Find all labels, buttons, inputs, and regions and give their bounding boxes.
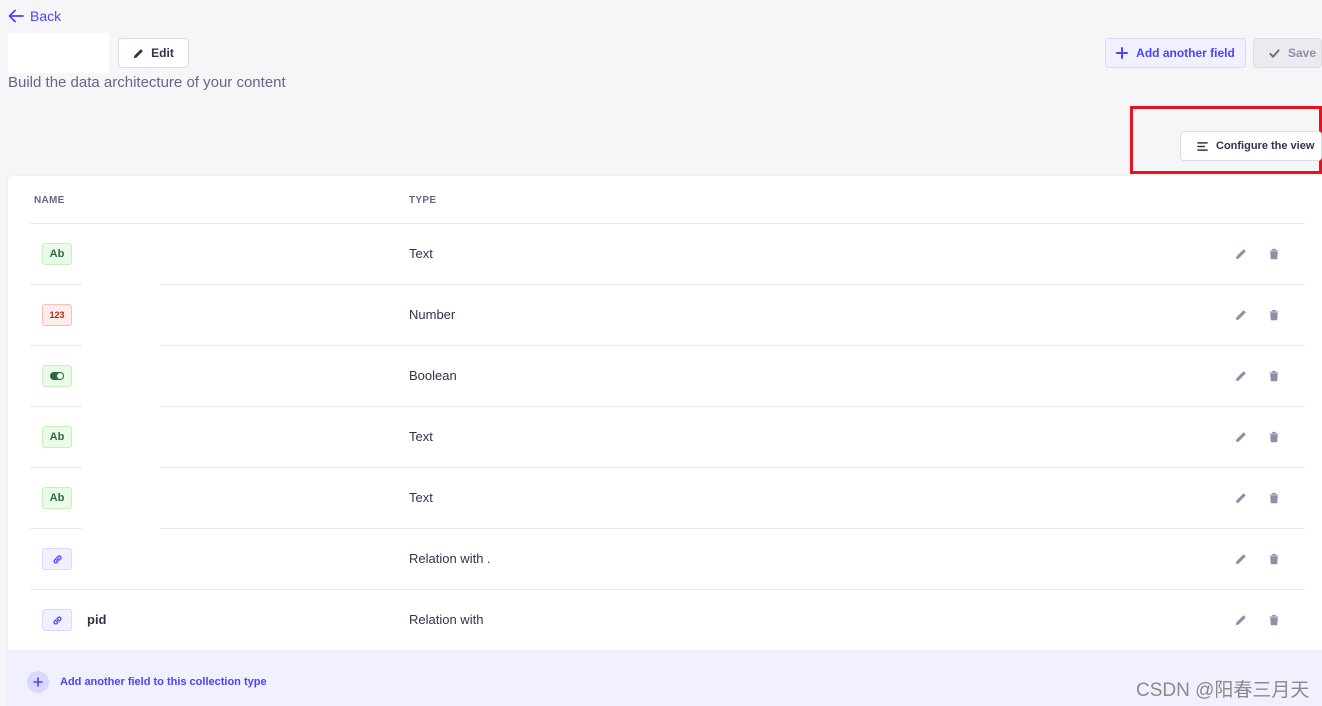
- add-another-field-button[interactable]: Add another field: [1105, 38, 1246, 68]
- delete-field-icon[interactable]: [1268, 308, 1282, 322]
- table-row: Ab Text: [30, 407, 1305, 468]
- pencil-icon: [134, 48, 144, 58]
- relation-type-icon: [42, 548, 72, 570]
- field-type: Number: [409, 307, 456, 322]
- column-header-name: NAME: [34, 195, 65, 206]
- table-row: Ab Text: [30, 224, 1305, 285]
- redaction-mask: [82, 345, 160, 348]
- link-icon: [52, 554, 62, 564]
- watermark: CSDN @阳春三月天: [1136, 680, 1310, 701]
- delete-field-icon[interactable]: [1268, 430, 1282, 444]
- edit-field-icon[interactable]: [1235, 491, 1249, 505]
- text-type-icon: Ab: [42, 243, 72, 265]
- save-label: Save: [1288, 46, 1317, 60]
- table-row: pid Relation with: [30, 590, 1305, 651]
- toggle-icon: [50, 372, 64, 380]
- text-type-icon: Ab: [42, 426, 72, 448]
- field-type: Relation with .: [409, 551, 491, 566]
- column-header-type: TYPE: [409, 195, 437, 206]
- configure-view-button[interactable]: Configure the view: [1180, 131, 1322, 161]
- fields-table: NAME TYPE Ab Text 123 Number Boolean Ab …: [8, 176, 1322, 706]
- relation-type-icon: [42, 609, 72, 631]
- list-icon: [1197, 141, 1208, 151]
- text-type-icon: Ab: [42, 487, 72, 509]
- delete-field-icon[interactable]: [1268, 552, 1282, 566]
- check-icon: [1269, 48, 1280, 58]
- field-type: Text: [409, 490, 433, 505]
- edit-field-icon[interactable]: [1235, 369, 1249, 383]
- page-subtitle: Build the data architecture of your cont…: [8, 74, 286, 91]
- link-icon: [52, 615, 62, 625]
- add-field-to-collection-button[interactable]: Add another field to this collection typ…: [27, 671, 267, 693]
- back-link[interactable]: Back: [8, 8, 61, 24]
- delete-field-icon[interactable]: [1268, 491, 1282, 505]
- edit-field-icon[interactable]: [1235, 552, 1249, 566]
- delete-field-icon[interactable]: [1268, 613, 1282, 627]
- plus-circle-icon: [27, 671, 49, 693]
- redaction-mask: [82, 467, 160, 470]
- configure-label: Configure the view: [1216, 140, 1315, 152]
- edit-label: Edit: [151, 46, 174, 60]
- delete-field-icon[interactable]: [1268, 369, 1282, 383]
- table-row: Relation with .: [30, 529, 1305, 590]
- redaction-mask: [82, 406, 160, 409]
- redaction-mask: [82, 528, 160, 531]
- table-row: Boolean: [30, 346, 1305, 407]
- footer-add-label: Add another field to this collection typ…: [60, 676, 267, 688]
- field-type: Relation with: [409, 612, 484, 627]
- edit-field-icon[interactable]: [1235, 613, 1249, 627]
- field-type: Text: [409, 429, 433, 444]
- table-footer: Add another field to this collection typ…: [8, 650, 1322, 706]
- field-type: Text: [409, 246, 433, 261]
- table-header: NAME TYPE: [30, 176, 1305, 224]
- edit-field-icon[interactable]: [1235, 247, 1249, 261]
- plus-icon: [1116, 47, 1129, 59]
- save-button[interactable]: Save: [1253, 38, 1322, 68]
- add-field-label: Add another field: [1136, 46, 1235, 60]
- delete-field-icon[interactable]: [1268, 247, 1282, 261]
- edit-field-icon[interactable]: [1235, 308, 1249, 322]
- table-row: Ab Text: [30, 468, 1305, 529]
- field-type: Boolean: [409, 368, 457, 383]
- boolean-type-icon: [42, 365, 72, 387]
- page-title: [8, 33, 109, 73]
- table-row: 123 Number: [30, 285, 1305, 346]
- edit-button[interactable]: Edit: [118, 38, 189, 68]
- edit-field-icon[interactable]: [1235, 430, 1249, 444]
- back-label: Back: [30, 8, 62, 24]
- field-name: pid: [87, 612, 107, 627]
- number-type-icon: 123: [42, 304, 72, 326]
- arrow-left-icon: [8, 9, 24, 23]
- redaction-mask: [82, 284, 160, 287]
